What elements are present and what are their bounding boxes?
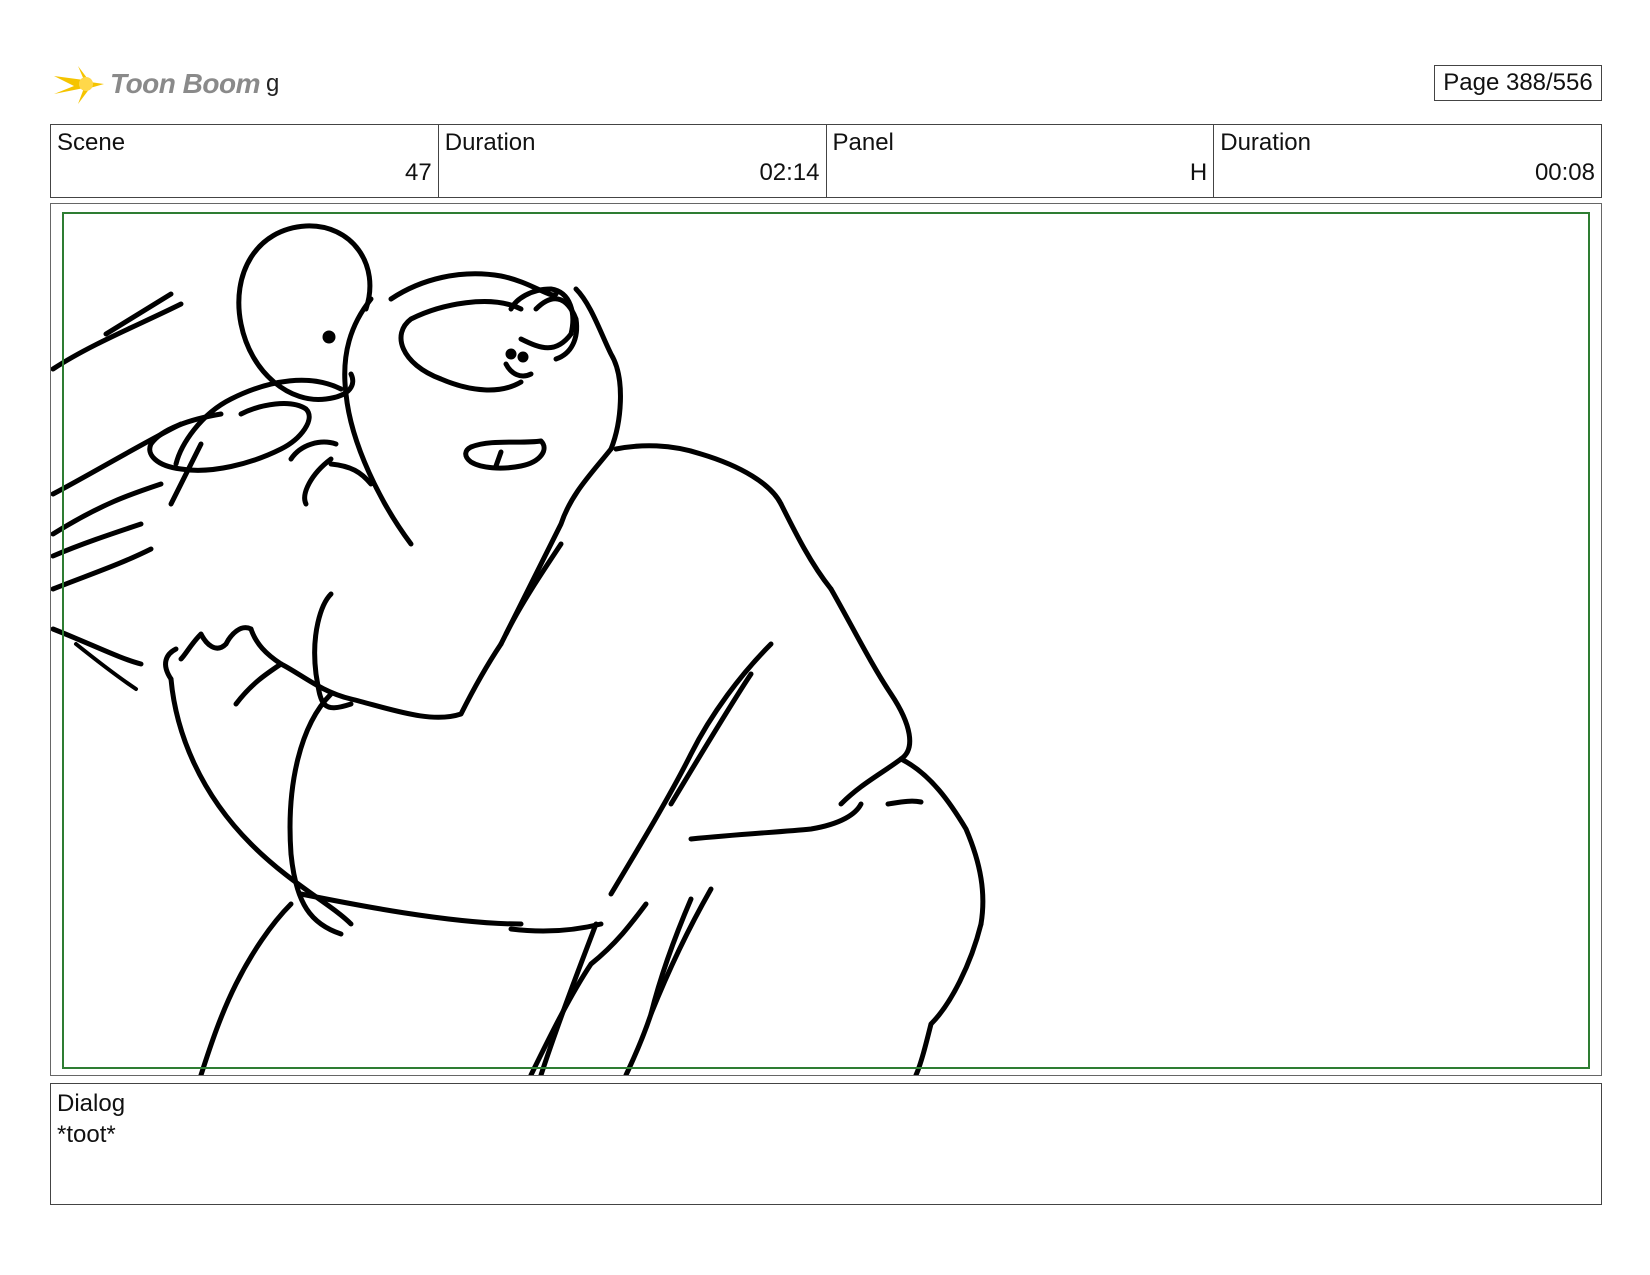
logo-text: Toon Boom	[110, 68, 260, 99]
scene-label: Scene	[57, 129, 126, 156]
scene-value: 47	[405, 159, 432, 186]
scene-duration-cell: Duration 02:14	[439, 125, 827, 197]
panel-duration-value: 00:08	[1534, 159, 1595, 186]
dialog-box: Dialog *toot*	[50, 1083, 1602, 1205]
panel-duration-cell: Duration 00:08	[1214, 125, 1601, 197]
dialog-text: *toot*	[57, 1121, 116, 1148]
storyboard-panel	[50, 203, 1602, 1076]
project-name: g	[266, 70, 280, 97]
dialog-label: Dialog	[57, 1090, 126, 1117]
character-sketch-image	[51, 223, 986, 1075]
panel-duration-label: Duration	[1220, 129, 1311, 156]
scene-cell: Scene 47	[51, 125, 439, 197]
panel-value: H	[1189, 159, 1208, 186]
panel-cell: Panel H	[827, 125, 1215, 197]
panel-info-table: Scene 47 Duration 02:14 Panel H Duration…	[50, 124, 1602, 198]
scene-duration-value: 02:14	[759, 159, 820, 186]
page-indicator: Page 388/556	[1434, 65, 1602, 101]
scene-duration-label: Duration	[444, 129, 536, 156]
panel-label: Panel	[832, 129, 894, 156]
